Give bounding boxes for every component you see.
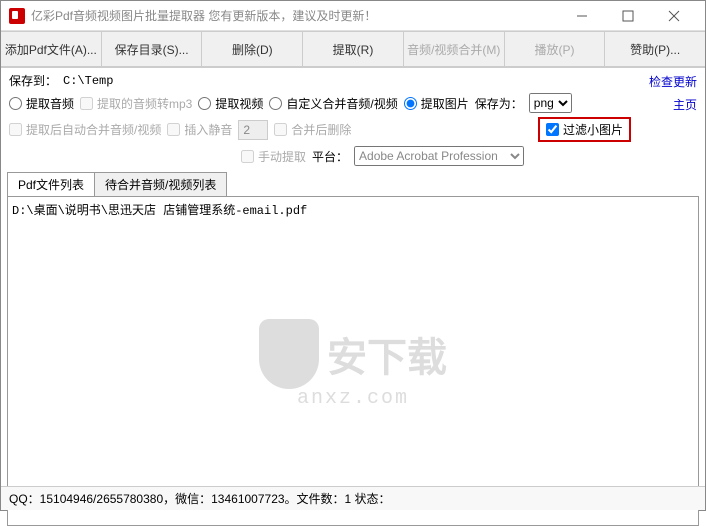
manual-extract-checkbox[interactable]: 手动提取 bbox=[241, 148, 306, 165]
silence-spinner[interactable]: 2 bbox=[238, 120, 268, 140]
watermark: 安下载 bbox=[259, 319, 447, 389]
delete-after-merge-checkbox[interactable]: 合并后删除 bbox=[274, 121, 351, 138]
app-icon bbox=[9, 8, 25, 24]
extract-audio-mp3-checkbox[interactable]: 提取的音频转mp3 bbox=[80, 95, 192, 112]
save-to-path: C:\Temp bbox=[63, 74, 113, 88]
tabs: Pdf文件列表 待合并音频/视频列表 bbox=[7, 172, 705, 196]
maximize-button[interactable] bbox=[605, 1, 651, 31]
play-button[interactable]: 播放(P) bbox=[504, 31, 605, 67]
homepage-link[interactable]: 主页 bbox=[673, 96, 697, 113]
status-text: QQ：15104946/2655780380，微信：13461007723。文件… bbox=[9, 490, 391, 507]
extract-button[interactable]: 提取(R) bbox=[302, 31, 403, 67]
watermark-sub: anxz.com bbox=[297, 387, 409, 410]
shield-icon bbox=[259, 319, 319, 389]
delete-button[interactable]: 删除(D) bbox=[201, 31, 302, 67]
merge-button[interactable]: 音频/视频合并(M) bbox=[403, 31, 504, 67]
side-links: 检查更新 主页 bbox=[649, 73, 697, 113]
save-as-label: 保存为： bbox=[475, 95, 523, 112]
close-button[interactable] bbox=[651, 1, 697, 31]
save-to-label: 保存到： bbox=[9, 72, 57, 89]
filter-small-image-checkbox[interactable]: 过滤小图片 bbox=[546, 121, 623, 138]
add-file-button[interactable]: 添加Pdf文件(A)... bbox=[1, 31, 101, 67]
tab-merge-list[interactable]: 待合并音频/视频列表 bbox=[94, 172, 227, 196]
tab-file-list[interactable]: Pdf文件列表 bbox=[7, 172, 95, 196]
titlebar: 亿彩Pdf音频视频图片批量提取器 您有更新版本，建议及时更新！ bbox=[1, 1, 705, 31]
minimize-button[interactable] bbox=[559, 1, 605, 31]
sponsor-button[interactable]: 赞助(P)... bbox=[604, 31, 705, 67]
platform-select[interactable]: Adobe Acrobat Profession bbox=[354, 146, 524, 166]
check-update-link[interactable]: 检查更新 bbox=[649, 73, 697, 90]
filter-small-image-highlight: 过滤小图片 bbox=[538, 117, 631, 142]
options-row-1: 提取音频 提取的音频转mp3 提取视频 自定义合并音频/视频 提取图片 保存为：… bbox=[1, 91, 705, 115]
platform-label: 平台： bbox=[312, 148, 348, 165]
options-row-2: 提取后自动合并音频/视频 插入静音 2 合并后删除 过滤小图片 bbox=[1, 115, 705, 144]
extract-video-radio[interactable]: 提取视频 bbox=[198, 95, 263, 112]
file-list-area[interactable]: D:\桌面\说明书\思迅天店 店铺管理系统-email.pdf 安下载 anxz… bbox=[7, 196, 699, 526]
custom-merge-radio[interactable]: 自定义合并音频/视频 bbox=[269, 95, 397, 112]
toolbar: 添加Pdf文件(A)... 保存目录(S)... 删除(D) 提取(R) 音频/… bbox=[1, 31, 705, 68]
save-to-row: 保存到： C:\Temp bbox=[1, 68, 705, 91]
extract-audio-radio[interactable]: 提取音频 bbox=[9, 95, 74, 112]
save-as-select[interactable]: png bbox=[529, 93, 572, 113]
options-row-3: 手动提取 平台： Adobe Acrobat Profession bbox=[1, 144, 705, 168]
save-dir-button[interactable]: 保存目录(S)... bbox=[101, 31, 202, 67]
list-item[interactable]: D:\桌面\说明书\思迅天店 店铺管理系统-email.pdf bbox=[12, 201, 694, 218]
insert-silence-checkbox[interactable]: 插入静音 bbox=[167, 121, 232, 138]
extract-image-radio[interactable]: 提取图片 bbox=[404, 95, 469, 112]
statusbar: QQ：15104946/2655780380，微信：13461007723。文件… bbox=[1, 486, 705, 510]
window-title: 亿彩Pdf音频视频图片批量提取器 您有更新版本，建议及时更新！ bbox=[31, 7, 559, 24]
auto-merge-checkbox[interactable]: 提取后自动合并音频/视频 bbox=[9, 121, 161, 138]
